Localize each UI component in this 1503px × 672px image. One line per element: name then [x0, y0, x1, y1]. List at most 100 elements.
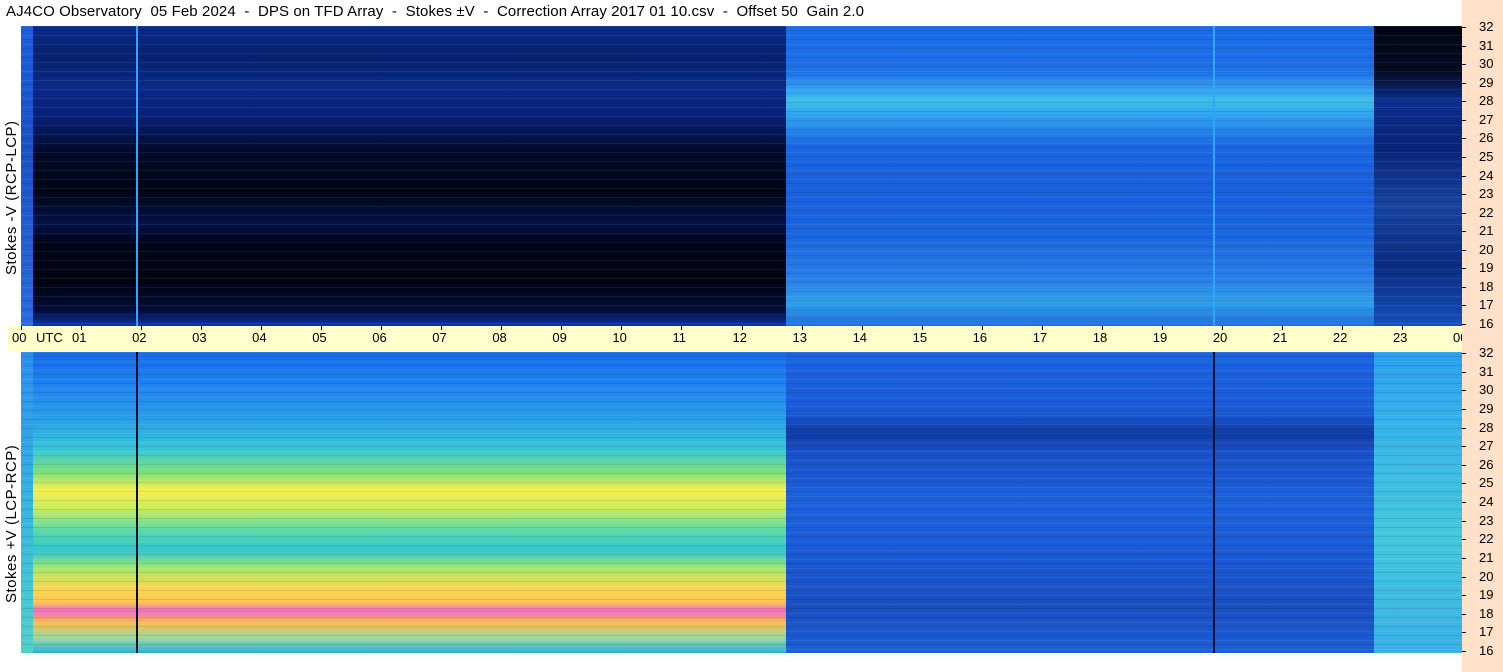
time-tick-mark: [201, 326, 203, 330]
frequency-tick-mark: [1462, 613, 1466, 615]
frequency-tick-label: 32: [1479, 345, 1494, 360]
time-tick-mark: [381, 326, 383, 330]
time-tick-label: 13: [792, 330, 807, 345]
frequency-tick-label: 19: [1479, 260, 1494, 276]
frequency-tick-mark: [1462, 371, 1466, 373]
time-tick-label: 17: [1032, 330, 1048, 345]
frequency-tick-label: 27: [1479, 111, 1494, 127]
frequency-tick-mark: [1462, 212, 1466, 214]
frequency-tick-label: 18: [1479, 605, 1494, 621]
time-tick-label: 21: [1272, 330, 1288, 345]
frequency-tick-mark: [1462, 45, 1466, 47]
time-tick-label: 08: [492, 330, 507, 345]
frequency-tick-mark: [1462, 268, 1466, 270]
top-vertical-line-0155: [136, 26, 138, 326]
time-tick-mark: [141, 326, 143, 330]
frequency-tick-label: 18: [1479, 278, 1494, 294]
time-tick-mark: [1281, 326, 1283, 330]
time-tick-label: 07: [432, 330, 447, 345]
frequency-tick-label: 26: [1479, 130, 1494, 146]
time-tick-label: 09: [552, 330, 567, 345]
time-tick-mark: [1101, 326, 1103, 330]
frequency-tick-label: 17: [1479, 297, 1494, 313]
bottom-panel-label: Stokes +V (LCP-RCP): [3, 444, 20, 603]
time-tick-label: 04: [252, 330, 267, 345]
frequency-tick-label: 31: [1479, 37, 1494, 53]
frequency-tick-label: 22: [1479, 531, 1494, 547]
time-tick-mark: [501, 326, 503, 330]
frequency-tick-mark: [1462, 464, 1466, 466]
time-axis: 00 01 02 03 04 05 06 07 08 09 10 11 12 13 14 15 16 17 18 19…: [8, 326, 1500, 352]
frequency-tick-mark: [1462, 156, 1466, 158]
time-tick-mark: [681, 326, 683, 330]
frequency-tick-mark: [1462, 576, 1466, 578]
frequency-tick-mark: [1462, 175, 1466, 177]
frequency-tick-label: 19: [1479, 587, 1494, 603]
time-tick-label: 06: [372, 330, 387, 345]
frequency-tick-mark: [1462, 249, 1466, 251]
frequency-tick-label: 20: [1479, 568, 1494, 584]
top-noise-streaks: [21, 26, 1462, 326]
time-tick-label: 12: [732, 330, 747, 345]
bottom-vertical-line-1955: [1213, 352, 1215, 653]
frequency-tick-mark: [1462, 305, 1466, 307]
time-tick-label: 01: [72, 330, 87, 345]
frequency-tick-label: 29: [1479, 74, 1494, 90]
frequency-tick-label: 20: [1479, 241, 1494, 257]
spectrogram-bottom: [21, 352, 1462, 653]
time-tick-label: 23: [1392, 330, 1408, 345]
frequency-tick-label: 27: [1479, 438, 1494, 454]
time-tick-mark: [1161, 326, 1163, 330]
frequency-tick-label: 28: [1479, 93, 1494, 109]
time-tick-label: 18: [1092, 330, 1108, 345]
time-tick-mark: [861, 326, 863, 330]
time-tick-label: 05: [312, 330, 327, 345]
frequency-tick-label: 16: [1479, 643, 1494, 658]
frequency-tick-label: 24: [1479, 167, 1494, 183]
frequency-tick-label: 25: [1479, 475, 1494, 491]
frequency-tick-mark: [1462, 427, 1466, 429]
frequency-tick-mark: [1462, 520, 1466, 522]
frequency-tick-mark: [1462, 64, 1466, 66]
time-tick-mark: [1041, 326, 1043, 330]
frequency-tick-mark: [1462, 390, 1466, 392]
time-tick-label: 14: [852, 330, 868, 345]
frequency-tick-label: 21: [1479, 223, 1494, 239]
frequency-tick-mark: [1462, 82, 1466, 84]
time-tick-mark: [621, 326, 623, 330]
frequency-tick-label: 29: [1479, 400, 1494, 416]
frequency-tick-mark: [1462, 101, 1466, 103]
frequency-tick-mark: [1462, 324, 1466, 325]
time-tick-mark: [441, 326, 443, 330]
frequency-tick-mark: [1462, 539, 1466, 541]
time-tick-label: 10: [612, 330, 627, 345]
frequency-tick-label: 16: [1479, 316, 1494, 331]
spectrogram-top: [21, 26, 1462, 326]
time-tick-mark: [321, 326, 323, 330]
frequency-tick-mark: [1462, 408, 1466, 410]
frequency-tick-label: 31: [1479, 363, 1494, 379]
time-tick-mark: [1221, 326, 1223, 330]
top-panel-label: Stokes -V (RCP-LCP): [3, 120, 20, 275]
time-tick-label: 02: [132, 330, 147, 345]
frequency-tick-label: 21: [1479, 549, 1494, 565]
frequency-tick-mark: [1462, 138, 1466, 140]
time-tick-mark: [21, 326, 22, 330]
time-tick-mark: [981, 326, 983, 330]
time-tick-mark: [801, 326, 803, 330]
frequency-tick-label: 26: [1479, 456, 1494, 472]
time-tick-label: 22: [1332, 330, 1348, 345]
frequency-tick-label: 30: [1479, 56, 1494, 72]
bottom-noise-streaks: [21, 352, 1462, 653]
frequency-tick-mark: [1462, 483, 1466, 485]
frequency-tick-label: 23: [1479, 512, 1494, 528]
frequency-tick-mark: [1462, 502, 1466, 503]
frequency-tick-label: 17: [1479, 624, 1494, 640]
frequency-axis: 32 31 30 29 28 27 26 25 24 23 22 21 20 19 18 17 16 32 31 30…: [1462, 0, 1503, 672]
time-tick-label: 03: [192, 330, 207, 345]
time-tick-label: 11: [672, 330, 686, 345]
time-tick-mark: [1401, 326, 1403, 330]
time-tick-label: 00: [12, 330, 27, 345]
frequency-tick-mark: [1462, 286, 1466, 288]
frequency-tick-mark: [1462, 27, 1466, 28]
